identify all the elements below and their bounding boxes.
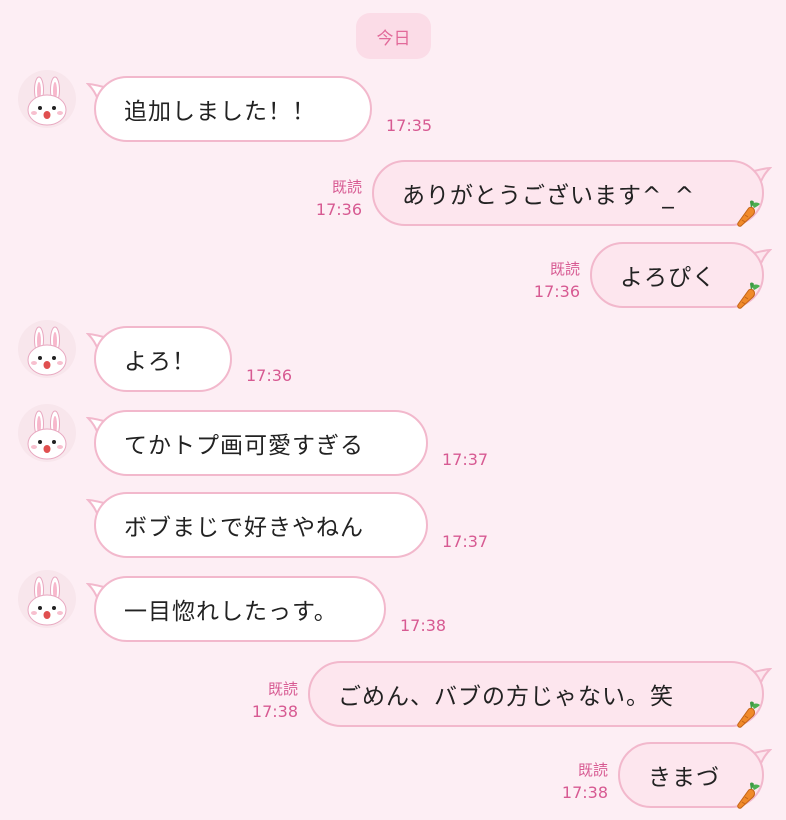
message-time: 17:38 (400, 616, 447, 635)
date-separator: 今日 (356, 13, 431, 59)
message-text: 追加しました！！ (124, 99, 316, 125)
message-text: ありがとうございます^_^ (402, 183, 696, 209)
message-bubble-outgoing[interactable]: ありがとうございます^_^ (372, 160, 764, 226)
avatar-bunny-icon[interactable] (18, 404, 76, 462)
carrot-icon (737, 200, 760, 227)
message-text: ごめん、バブの方じゃない。笑 (338, 684, 674, 710)
date-label: 今日 (376, 28, 411, 49)
message-text: てかトプ画可愛すぎる (124, 433, 364, 459)
message-text: ボブまじで好きやねん (124, 515, 364, 541)
avatar-bunny-icon[interactable] (18, 70, 76, 128)
message-bubble-incoming[interactable]: てかトプ画可愛すぎる (94, 410, 428, 476)
message-text: よろ！ (124, 349, 196, 375)
message-bubble-incoming[interactable]: よろ！ (94, 326, 232, 392)
avatar-bunny-icon[interactable] (18, 320, 76, 378)
message-time: 17:35 (386, 116, 433, 135)
read-receipt: 既読 (577, 761, 608, 779)
carrot-icon (737, 282, 760, 309)
read-receipt: 既読 (331, 178, 362, 196)
message-text: 一目惚れしたっす。 (124, 599, 338, 625)
message-time: 17:36 (533, 282, 580, 301)
avatar-bunny-icon[interactable] (18, 570, 76, 628)
read-receipt: 既読 (267, 680, 298, 698)
read-receipt: 既読 (549, 260, 580, 278)
message-bubble-incoming[interactable]: ボブまじで好きやねん (94, 492, 428, 558)
message-text: よろぴく (620, 265, 716, 291)
message-time: 17:38 (251, 702, 298, 721)
message-time: 17:36 (246, 366, 293, 385)
message-bubble-incoming[interactable]: 一目惚れしたっす。 (94, 576, 386, 642)
carrot-icon (737, 782, 760, 809)
message-bubble-incoming[interactable]: 追加しました！！ (94, 76, 372, 142)
message-time: 17:37 (442, 450, 489, 469)
message-text: きまづ (648, 765, 720, 791)
carrot-icon (737, 701, 760, 728)
message-time: 17:38 (561, 783, 608, 802)
message-bubble-outgoing[interactable]: ごめん、バブの方じゃない。笑 (308, 661, 764, 727)
message-time: 17:37 (442, 532, 489, 551)
message-time: 17:36 (315, 200, 362, 219)
